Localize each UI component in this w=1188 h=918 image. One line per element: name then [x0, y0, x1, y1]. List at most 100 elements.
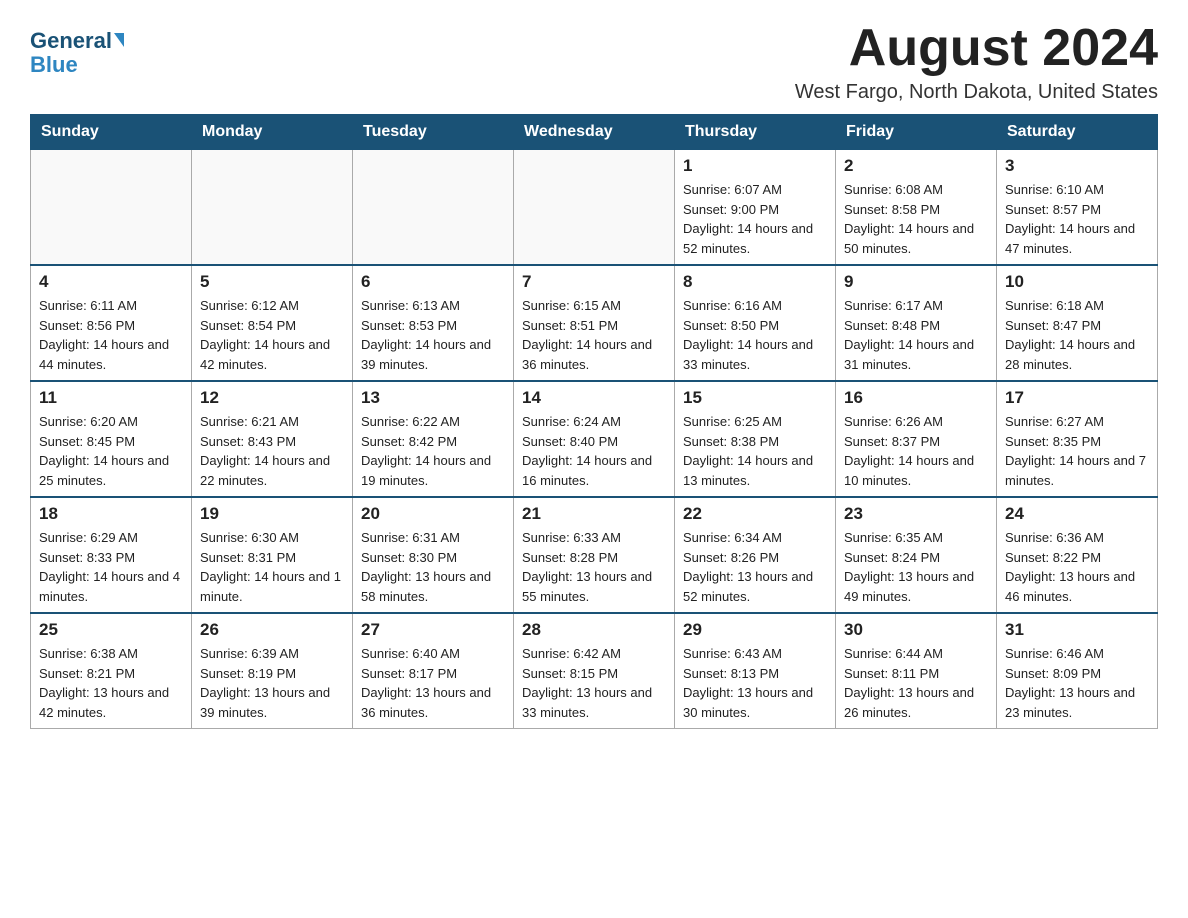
- day-number: 4: [39, 272, 183, 292]
- day-info: Sunrise: 6:29 AM Sunset: 8:33 PM Dayligh…: [39, 528, 183, 606]
- calendar-week-row-5: 25 Sunrise: 6:38 AM Sunset: 8:21 PM Dayli…: [31, 613, 1158, 729]
- day-info: Sunrise: 6:22 AM Sunset: 8:42 PM Dayligh…: [361, 412, 505, 490]
- day-number: 11: [39, 388, 183, 408]
- header-saturday: Saturday: [997, 115, 1158, 150]
- calendar-cell: 31Sunrise: 6:46 AM Sunset: 8:09 PM Dayli…: [997, 613, 1158, 729]
- day-number: 27: [361, 620, 505, 640]
- day-info: Sunrise: 6:35 AM Sunset: 8:24 PM Dayligh…: [844, 528, 988, 606]
- day-info: Sunrise: 6:13 AM Sunset: 8:53 PM Dayligh…: [361, 296, 505, 374]
- day-number: 9: [844, 272, 988, 292]
- calendar-cell: 2 Sunrise: 6:08 AM Sunset: 8:58 PM Daylig…: [836, 150, 997, 266]
- calendar-cell: 13 Sunrise: 6:22 AM Sunset: 8:42 PM Dayli…: [353, 381, 514, 497]
- day-number: 28: [522, 620, 666, 640]
- calendar-cell: 17 Sunrise: 6:27 AM Sunset: 8:35 PM Dayli…: [997, 381, 1158, 497]
- day-info: Sunrise: 6:11 AM Sunset: 8:56 PM Dayligh…: [39, 296, 183, 374]
- day-info: Sunrise: 6:18 AM Sunset: 8:47 PM Dayligh…: [1005, 296, 1149, 374]
- header-thursday: Thursday: [675, 115, 836, 150]
- day-info: Sunrise: 6:27 AM Sunset: 8:35 PM Dayligh…: [1005, 412, 1149, 490]
- day-number: 18: [39, 504, 183, 524]
- logo-blue: Blue: [30, 52, 78, 78]
- day-info: Sunrise: 6:40 AM Sunset: 8:17 PM Dayligh…: [361, 644, 505, 722]
- header-tuesday: Tuesday: [353, 115, 514, 150]
- day-number: 17: [1005, 388, 1149, 408]
- calendar-cell: [514, 150, 675, 266]
- calendar-cell: 15 Sunrise: 6:25 AM Sunset: 8:38 PM Dayli…: [675, 381, 836, 497]
- day-number: 13: [361, 388, 505, 408]
- day-number: 19: [200, 504, 344, 524]
- day-number: 15: [683, 388, 827, 408]
- day-info: Sunrise: 6:43 AM Sunset: 8:13 PM Dayligh…: [683, 644, 827, 722]
- calendar-cell: 7 Sunrise: 6:15 AM Sunset: 8:51 PM Daylig…: [514, 265, 675, 381]
- calendar-cell: 22 Sunrise: 6:34 AM Sunset: 8:26 PM Dayli…: [675, 497, 836, 613]
- calendar-cell: 4 Sunrise: 6:11 AM Sunset: 8:56 PM Daylig…: [31, 265, 192, 381]
- calendar-cell: 20 Sunrise: 6:31 AM Sunset: 8:30 PM Dayli…: [353, 497, 514, 613]
- calendar-cell: 30 Sunrise: 6:44 AM Sunset: 8:11 PM Dayli…: [836, 613, 997, 729]
- calendar-cell: 10Sunrise: 6:18 AM Sunset: 8:47 PM Dayli…: [997, 265, 1158, 381]
- day-number: 3: [1005, 156, 1149, 176]
- calendar-week-row-1: 1Sunrise: 6:07 AM Sunset: 9:00 PM Daylig…: [31, 150, 1158, 266]
- header-friday: Friday: [836, 115, 997, 150]
- day-number: 29: [683, 620, 827, 640]
- calendar-subtitle: West Fargo, North Dakota, United States: [795, 81, 1158, 104]
- calendar-cell: 27 Sunrise: 6:40 AM Sunset: 8:17 PM Dayli…: [353, 613, 514, 729]
- day-info: Sunrise: 6:39 AM Sunset: 8:19 PM Dayligh…: [200, 644, 344, 722]
- day-info: Sunrise: 6:25 AM Sunset: 8:38 PM Dayligh…: [683, 412, 827, 490]
- day-info: Sunrise: 6:33 AM Sunset: 8:28 PM Dayligh…: [522, 528, 666, 606]
- title-block: August 2024 West Fargo, North Dakota, Un…: [795, 20, 1158, 104]
- calendar-cell: 18 Sunrise: 6:29 AM Sunset: 8:33 PM Dayli…: [31, 497, 192, 613]
- day-number: 25: [39, 620, 183, 640]
- day-info: Sunrise: 6:15 AM Sunset: 8:51 PM Dayligh…: [522, 296, 666, 374]
- day-number: 5: [200, 272, 344, 292]
- calendar-cell: 25 Sunrise: 6:38 AM Sunset: 8:21 PM Dayli…: [31, 613, 192, 729]
- day-number: 7: [522, 272, 666, 292]
- calendar-cell: 1Sunrise: 6:07 AM Sunset: 9:00 PM Daylig…: [675, 150, 836, 266]
- header-wednesday: Wednesday: [514, 115, 675, 150]
- day-number: 30: [844, 620, 988, 640]
- logo-general: General: [30, 30, 112, 52]
- calendar-cell: 11 Sunrise: 6:20 AM Sunset: 8:45 PM Dayli…: [31, 381, 192, 497]
- calendar-cell: 3 Sunrise: 6:10 AM Sunset: 8:57 PM Daylig…: [997, 150, 1158, 266]
- day-info: Sunrise: 6:17 AM Sunset: 8:48 PM Dayligh…: [844, 296, 988, 374]
- day-number: 16: [844, 388, 988, 408]
- day-info: Sunrise: 6:44 AM Sunset: 8:11 PM Dayligh…: [844, 644, 988, 722]
- day-number: 22: [683, 504, 827, 524]
- day-info: Sunrise: 6:38 AM Sunset: 8:21 PM Dayligh…: [39, 644, 183, 722]
- day-info: Sunrise: 6:12 AM Sunset: 8:54 PM Dayligh…: [200, 296, 344, 374]
- calendar-cell: 24 Sunrise: 6:36 AM Sunset: 8:22 PM Dayli…: [997, 497, 1158, 613]
- day-info: Sunrise: 6:42 AM Sunset: 8:15 PM Dayligh…: [522, 644, 666, 722]
- calendar-cell: 14Sunrise: 6:24 AM Sunset: 8:40 PM Dayli…: [514, 381, 675, 497]
- day-info: Sunrise: 6:08 AM Sunset: 8:58 PM Dayligh…: [844, 180, 988, 258]
- day-info: Sunrise: 6:31 AM Sunset: 8:30 PM Dayligh…: [361, 528, 505, 606]
- calendar-title: August 2024: [795, 20, 1158, 77]
- day-number: 26: [200, 620, 344, 640]
- calendar-cell: 29 Sunrise: 6:43 AM Sunset: 8:13 PM Dayli…: [675, 613, 836, 729]
- calendar-cell: 5 Sunrise: 6:12 AM Sunset: 8:54 PM Daylig…: [192, 265, 353, 381]
- day-info: Sunrise: 6:10 AM Sunset: 8:57 PM Dayligh…: [1005, 180, 1149, 258]
- calendar-cell: 9 Sunrise: 6:17 AM Sunset: 8:48 PM Daylig…: [836, 265, 997, 381]
- day-number: 24: [1005, 504, 1149, 524]
- calendar-cell: 8Sunrise: 6:16 AM Sunset: 8:50 PM Daylig…: [675, 265, 836, 381]
- calendar-cell: 21 Sunrise: 6:33 AM Sunset: 8:28 PM Dayli…: [514, 497, 675, 613]
- calendar-week-row-3: 11 Sunrise: 6:20 AM Sunset: 8:45 PM Dayli…: [31, 381, 1158, 497]
- logo: General Blue: [30, 30, 124, 78]
- day-info: Sunrise: 6:36 AM Sunset: 8:22 PM Dayligh…: [1005, 528, 1149, 606]
- calendar-cell: 23 Sunrise: 6:35 AM Sunset: 8:24 PM Dayli…: [836, 497, 997, 613]
- calendar-header-row: Sunday Monday Tuesday Wednesday Thursday…: [31, 115, 1158, 150]
- logo-triangle-icon: [114, 33, 124, 47]
- day-number: 2: [844, 156, 988, 176]
- day-info: Sunrise: 6:16 AM Sunset: 8:50 PM Dayligh…: [683, 296, 827, 374]
- day-number: 21: [522, 504, 666, 524]
- header-monday: Monday: [192, 115, 353, 150]
- day-number: 20: [361, 504, 505, 524]
- day-number: 23: [844, 504, 988, 524]
- calendar-cell: 16Sunrise: 6:26 AM Sunset: 8:37 PM Dayli…: [836, 381, 997, 497]
- calendar-cell: 26 Sunrise: 6:39 AM Sunset: 8:19 PM Dayli…: [192, 613, 353, 729]
- day-info: Sunrise: 6:21 AM Sunset: 8:43 PM Dayligh…: [200, 412, 344, 490]
- calendar-cell: 28 Sunrise: 6:42 AM Sunset: 8:15 PM Dayli…: [514, 613, 675, 729]
- day-number: 1: [683, 156, 827, 176]
- calendar-cell: [353, 150, 514, 266]
- day-info: Sunrise: 6:20 AM Sunset: 8:45 PM Dayligh…: [39, 412, 183, 490]
- day-info: Sunrise: 6:34 AM Sunset: 8:26 PM Dayligh…: [683, 528, 827, 606]
- day-number: 12: [200, 388, 344, 408]
- day-info: Sunrise: 6:24 AM Sunset: 8:40 PM Dayligh…: [522, 412, 666, 490]
